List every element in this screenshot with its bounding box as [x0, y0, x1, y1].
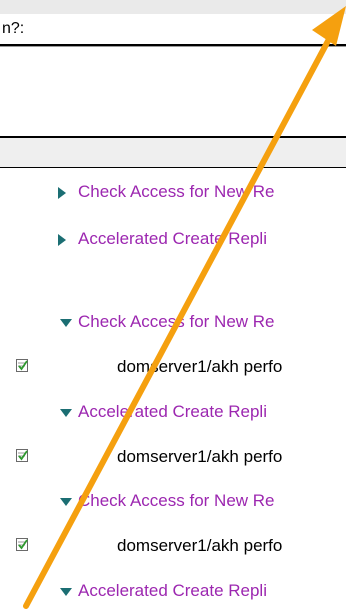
document-check-icon: [16, 359, 28, 372]
category-row[interactable]: Accelerated Create Repli: [0, 225, 346, 253]
view-header-strip: [0, 136, 346, 168]
category-row[interactable]: Accelerated Create Repli: [0, 577, 346, 605]
field-label: n?:: [2, 20, 25, 37]
twisty-right-icon[interactable]: [58, 187, 66, 199]
twisty-right-icon[interactable]: [58, 234, 66, 246]
category-label: Accelerated Create Repli: [78, 229, 267, 248]
category-label: Accelerated Create Repli: [78, 402, 267, 421]
category-label: Check Access for New Re: [78, 312, 275, 331]
document-check-icon: [16, 449, 28, 462]
category-row[interactable]: Check Access for New Re: [0, 308, 346, 336]
twisty-down-icon[interactable]: [60, 319, 72, 327]
document-label: domserver1/akh perfo: [117, 536, 283, 555]
field-row[interactable]: n?:: [0, 14, 346, 46]
document-row[interactable]: domserver1/akh perfo: [0, 443, 346, 471]
category-row[interactable]: Check Access for New Re: [0, 178, 346, 206]
category-row[interactable]: Check Access for New Re: [0, 487, 346, 515]
window-top-band: [0, 0, 346, 15]
document-row[interactable]: domserver1/akh perfo: [0, 353, 346, 381]
document-row[interactable]: domserver1/akh perfo: [0, 532, 346, 560]
twisty-down-icon[interactable]: [60, 498, 72, 506]
category-label: Check Access for New Re: [78, 491, 275, 510]
empty-panel: [0, 46, 346, 137]
document-check-icon: [16, 538, 28, 551]
twisty-down-icon[interactable]: [60, 588, 72, 596]
document-label: domserver1/akh perfo: [117, 357, 283, 376]
category-row[interactable]: Accelerated Create Repli: [0, 398, 346, 426]
category-label: Accelerated Create Repli: [78, 581, 267, 600]
view-list: Check Access for New Re Accelerated Crea…: [0, 168, 346, 612]
category-label: Check Access for New Re: [78, 182, 275, 201]
document-label: domserver1/akh perfo: [117, 447, 283, 466]
twisty-down-icon[interactable]: [60, 409, 72, 417]
